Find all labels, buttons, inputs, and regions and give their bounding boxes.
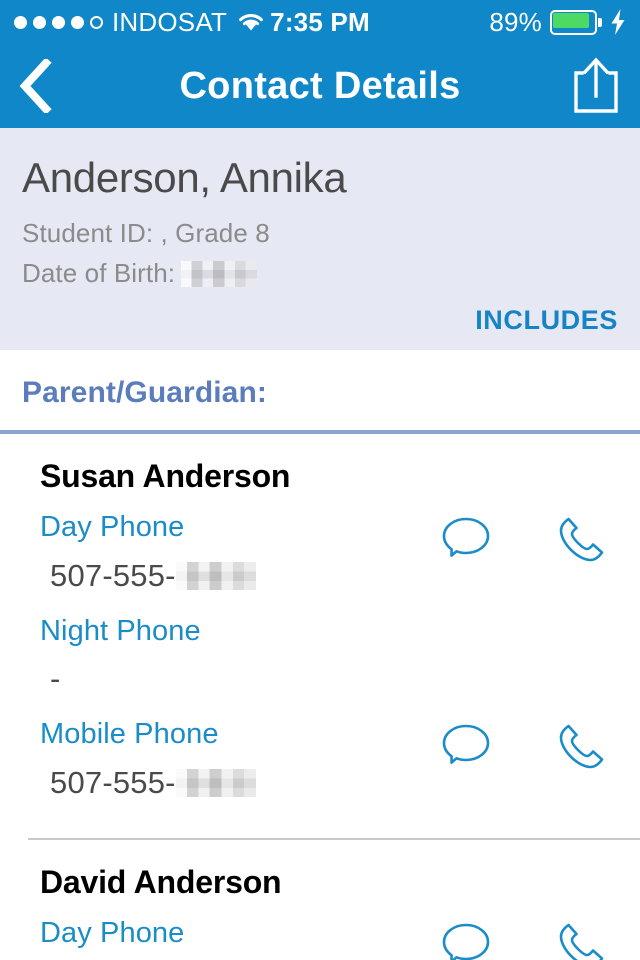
phone-number-text: 507-555- (50, 557, 176, 593)
dob-label: Date of Birth: (22, 257, 176, 288)
share-button[interactable] (570, 56, 622, 116)
phone-label[interactable]: Day Phone (40, 509, 438, 547)
phone-text-group: Mobile Phone 507-555- (40, 716, 438, 804)
phone-label[interactable]: Day Phone (40, 915, 438, 953)
contact-details-screen: INDOSAT 7:35 PM 89% Contact Details Ande… (0, 0, 640, 960)
includes-link[interactable]: INCLUDES (475, 305, 618, 336)
battery-fill (553, 12, 589, 28)
phone-text-group: Day Phone 507-555- (40, 509, 438, 597)
signal-dot-1 (14, 15, 27, 29)
phone-number-redacted (175, 561, 256, 590)
contact-name: David Anderson (40, 863, 282, 900)
parent-guardian-section-header: Parent/Guardian: (0, 350, 640, 430)
action-placeholder (552, 617, 608, 673)
contact-card: Susan Anderson Day Phone 507-555- Night … (0, 434, 640, 830)
phone-number: 507-555- (40, 762, 438, 804)
phone-label[interactable]: Mobile Phone (40, 716, 438, 754)
status-bar-left: INDOSAT (14, 9, 266, 35)
parent-guardian-label: Parent/Guardian: (22, 376, 267, 409)
page-title: Contact Details (179, 64, 461, 107)
signal-dot-4 (71, 15, 84, 29)
wifi-icon (239, 14, 263, 31)
phone-text-group: Day Phone (40, 915, 438, 953)
phone-row: Mobile Phone 507-555- (0, 716, 640, 804)
action-placeholder (438, 617, 494, 673)
phone-number-text: 507-555- (50, 764, 176, 800)
dob-redacted-value (181, 260, 258, 287)
message-bubble-icon[interactable] (438, 919, 494, 960)
chevron-left-icon (19, 59, 52, 113)
battery-cap (598, 17, 602, 27)
status-bar: INDOSAT 7:35 PM 89% (0, 0, 640, 44)
share-icon (574, 57, 618, 113)
phone-number-text: - (50, 661, 61, 697)
signal-dot-2 (33, 15, 46, 29)
phone-number: 507-555- (40, 555, 438, 597)
phone-actions (438, 509, 618, 569)
student-id-text: Student ID: , Grade 8 (22, 218, 270, 249)
contact-card: David Anderson Day Phone (0, 839, 640, 960)
phone-row: Day Phone 507-555- (0, 509, 640, 597)
student-header-panel: Anderson, Annika Student ID: , Grade 8 D… (0, 128, 640, 350)
phone-label[interactable]: Night Phone (40, 613, 438, 651)
status-bar-right: 89% (489, 7, 626, 38)
carrier-name: INDOSAT (112, 7, 228, 37)
phone-handset-icon[interactable] (552, 720, 608, 776)
message-bubble-icon[interactable] (438, 720, 494, 776)
contact-name: Susan Anderson (40, 458, 291, 494)
message-bubble-icon[interactable] (438, 513, 494, 569)
phone-actions (438, 716, 618, 776)
phone-number: - (40, 658, 438, 700)
back-button[interactable] (18, 57, 64, 115)
phone-handset-icon[interactable] (552, 919, 608, 960)
signal-dot-3 (52, 15, 65, 29)
signal-dot-5-empty (90, 15, 103, 29)
phone-actions-empty (438, 613, 618, 673)
phone-number-redacted (175, 768, 256, 797)
phone-text-group: Night Phone - (40, 613, 438, 701)
battery-percent-label: 89% (489, 6, 542, 37)
navigation-bar: Contact Details (0, 44, 640, 128)
student-name: Anderson, Annika (22, 154, 347, 201)
battery-icon (550, 9, 602, 35)
phone-row: Night Phone - (0, 613, 640, 701)
student-id-line: Student ID: , Grade 8 (22, 215, 618, 253)
phone-actions (438, 915, 618, 960)
phone-handset-icon[interactable] (552, 513, 608, 569)
signal-strength-dots (14, 15, 103, 29)
lightning-bolt-icon (611, 9, 625, 35)
student-dob-line: Date of Birth: (22, 255, 618, 293)
phone-row: Day Phone (0, 915, 640, 960)
